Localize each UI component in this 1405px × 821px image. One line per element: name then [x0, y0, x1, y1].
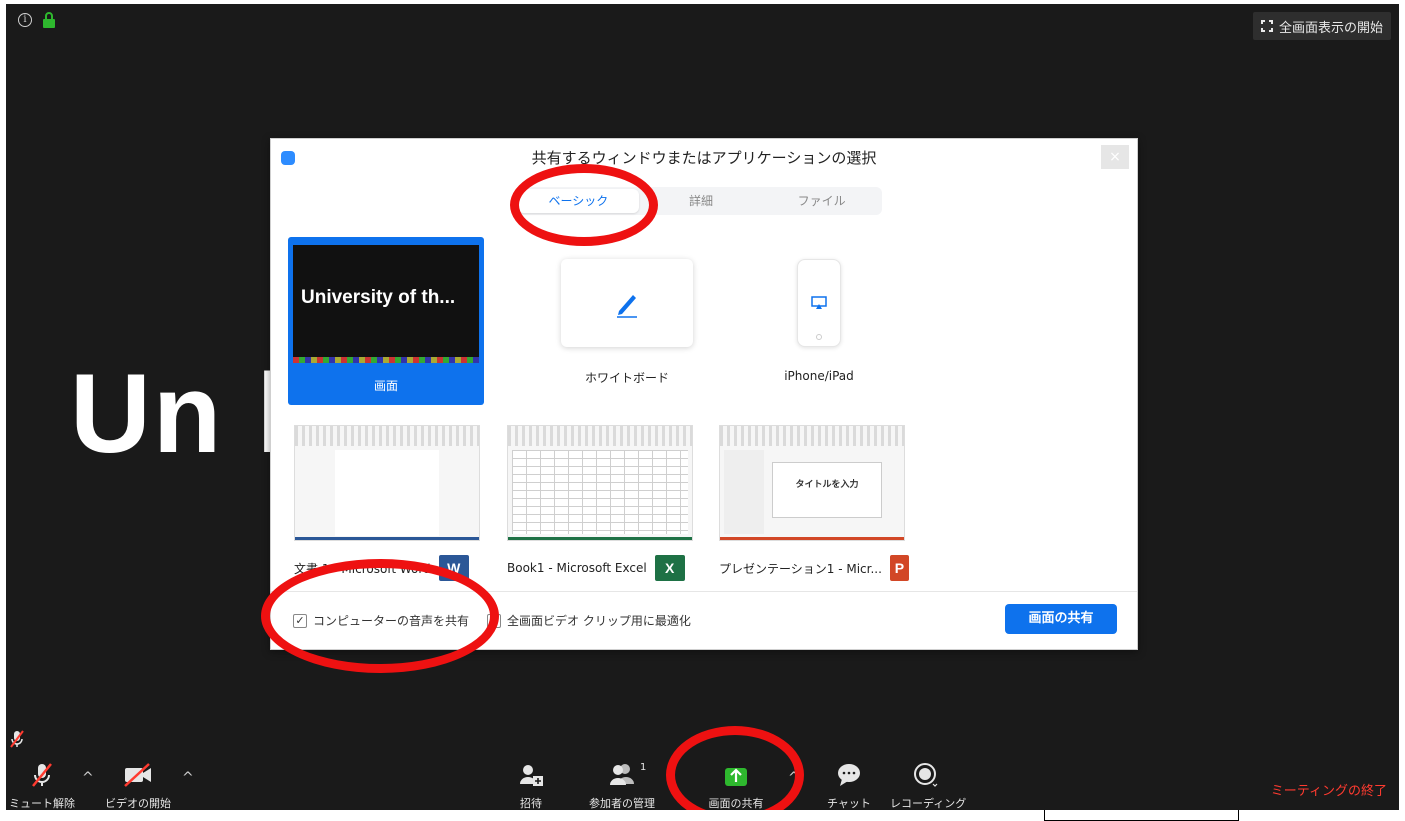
- screen-thumbnail: University of th...: [293, 245, 479, 363]
- muted-mic-icon: [32, 763, 52, 787]
- excel-thumbnail: [507, 425, 693, 541]
- optimize-video-label: 全画面ビデオ クリップ用に最適化: [507, 614, 691, 628]
- lock-icon[interactable]: [42, 12, 56, 28]
- share-option-powerpoint[interactable]: タイトルを入力 プレゼンテーション1 - Micr... P: [719, 425, 909, 581]
- participants-button[interactable]: 1 参加者の管理: [574, 762, 670, 810]
- tab-advanced[interactable]: 詳細: [641, 187, 762, 215]
- share-option-screen[interactable]: University of th... 画面: [288, 237, 484, 405]
- excel-app-icon: X: [654, 555, 685, 581]
- start-video-button[interactable]: ビデオの開始: [100, 762, 176, 810]
- close-button[interactable]: ×: [1101, 145, 1129, 169]
- invite-button[interactable]: 招待: [506, 762, 556, 810]
- fullscreen-button[interactable]: 全画面表示の開始: [1252, 12, 1391, 40]
- participants-count: 1: [640, 762, 647, 773]
- muted-mic-icon: [10, 730, 24, 748]
- invite-label: 招待: [520, 797, 542, 810]
- chat-label: チャット: [827, 797, 871, 810]
- dialog-title: 共有するウィンドウまたはアプリケーションの選択: [531, 149, 877, 167]
- tab-files[interactable]: ファイル: [761, 187, 882, 215]
- annotation-circle-share-audio: [261, 559, 499, 673]
- screen-thumbnail-text: University of th...: [301, 287, 456, 308]
- share-option-whiteboard[interactable]: ホワイトボード: [529, 259, 725, 386]
- audio-options-caret-icon[interactable]: ^: [82, 770, 94, 786]
- powerpoint-window-label: プレゼンテーション1 - Micr...: [719, 561, 882, 576]
- record-icon: [914, 763, 938, 787]
- fullscreen-icon: [1260, 20, 1273, 32]
- powerpoint-thumbnail: タイトルを入力: [719, 425, 905, 541]
- powerpoint-app-icon: P: [889, 555, 909, 581]
- participants-label: 参加者の管理: [589, 797, 655, 810]
- share-option-word[interactable]: 文書 1 - Microsoft Word W: [294, 425, 484, 581]
- fullscreen-label: 全画面表示の開始: [1278, 20, 1383, 36]
- recording-label: レコーディング: [890, 797, 967, 810]
- participants-icon: [610, 764, 634, 785]
- screen-label: 画面: [373, 379, 398, 393]
- meeting-window: i 全画面表示の開始 Un h... 共有するウィンドウまたはアプリケーションの…: [6, 4, 1399, 810]
- optimize-video-checkbox[interactable]: 全画面ビデオ クリップ用に最適化: [487, 612, 691, 629]
- unmute-button[interactable]: ミュート解除: [8, 762, 76, 810]
- video-off-icon: [124, 763, 151, 787]
- end-meeting-button[interactable]: ミーティングの終了: [1271, 780, 1387, 799]
- invite-icon: [520, 765, 543, 786]
- share-screen-button[interactable]: 画面の共有: [1005, 604, 1117, 634]
- annotation-circle-basic-tab: [510, 164, 658, 246]
- whiteboard-label: ホワイトボード: [584, 371, 669, 385]
- top-left-status: i: [18, 12, 56, 28]
- chat-icon: [838, 764, 860, 786]
- excel-window-label: Book1 - Microsoft Excel: [507, 561, 647, 575]
- pencil-icon: [617, 295, 637, 318]
- annotation-circle-share-screen: [666, 726, 804, 810]
- slide-title: タイトルを入力: [772, 462, 882, 518]
- share-option-iphone[interactable]: iPhone/iPad: [721, 259, 917, 383]
- iphone-label: iPhone/iPad: [784, 369, 854, 383]
- recording-button[interactable]: レコーディング: [890, 762, 967, 810]
- video-options-caret-icon[interactable]: ^: [182, 770, 194, 786]
- word-thumbnail: [294, 425, 480, 541]
- airplay-icon: [811, 296, 827, 309]
- share-option-excel[interactable]: Book1 - Microsoft Excel X: [507, 425, 697, 581]
- info-icon[interactable]: i: [18, 13, 32, 27]
- start-video-label: ビデオの開始: [105, 797, 171, 810]
- chat-button[interactable]: チャット: [824, 762, 874, 810]
- unmute-label: ミュート解除: [9, 797, 75, 810]
